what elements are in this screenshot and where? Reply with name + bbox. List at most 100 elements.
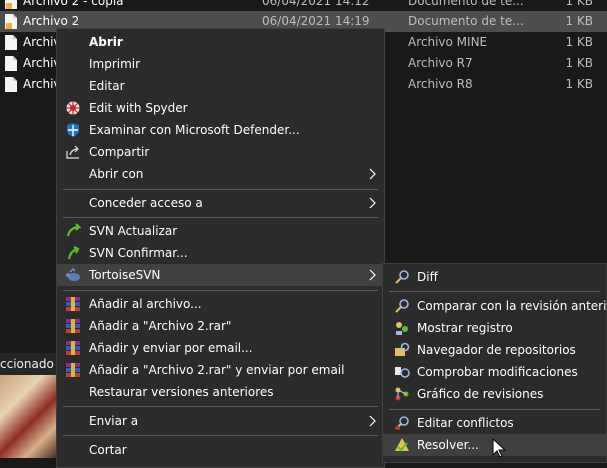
shield-icon <box>67 123 79 137</box>
menu-item-enviar-a[interactable]: Enviar a <box>57 410 384 432</box>
chevron-right-icon <box>369 197 376 209</box>
menu-label: Restaurar versiones anteriores <box>89 385 274 399</box>
menu-label: SVN Confirmar... <box>89 246 188 260</box>
menu-item-anadir-rar[interactable]: Añadir a "Archivo 2.rar" <box>57 315 384 337</box>
menu-label: Imprimir <box>89 57 141 71</box>
menu-label: Abrir con <box>89 167 144 181</box>
tortoisesvn-submenu: Diff Comparar con la revisión anterior M… <box>382 263 607 463</box>
menu-item-tortoisesvn[interactable]: TortoiseSVN <box>57 264 384 286</box>
file-type: Archivo R7 <box>408 56 473 70</box>
menu-label: Cortar <box>89 443 127 457</box>
file-size: 1 KB <box>565 77 593 91</box>
menu-label: Resolver... <box>417 438 479 452</box>
menu-label: Añadir y enviar por email... <box>89 341 253 355</box>
text-file-icon <box>5 14 17 29</box>
menu-label: SVN Actualizar <box>89 224 178 238</box>
menu-label: Editar <box>89 79 125 93</box>
text-file-icon <box>5 0 17 9</box>
menu-separator <box>63 217 378 218</box>
menu-item-editar[interactable]: Editar <box>57 75 384 97</box>
file-date: 06/04/2021 14:19 <box>262 14 370 28</box>
submenu-item-comprobar[interactable]: Comprobar modificaciones <box>383 361 606 383</box>
winrar-icon <box>66 319 80 333</box>
file-type: Archivo R8 <box>408 77 473 91</box>
menu-item-abrir-con[interactable]: Abrir con <box>57 163 384 185</box>
chevron-right-icon <box>369 415 376 427</box>
menu-item-compartir[interactable]: Compartir <box>57 141 384 163</box>
diff-icon <box>395 299 409 313</box>
menu-label: Diff <box>417 270 438 284</box>
edit-conflicts-icon <box>395 416 409 430</box>
text-file-icon <box>5 56 17 71</box>
menu-label: Conceder acceso a <box>89 196 203 210</box>
menu-label: Gráfico de revisiones <box>417 387 544 401</box>
menu-item-defender[interactable]: Examinar con Microsoft Defender... <box>57 119 384 141</box>
chevron-right-icon <box>369 168 376 180</box>
file-size: 1 KB <box>565 35 593 49</box>
menu-separator <box>389 291 600 292</box>
file-type: Archivo MINE <box>408 35 488 49</box>
submenu-item-mostrar-registro[interactable]: Mostrar registro <box>383 317 606 339</box>
winrar-icon <box>66 341 80 355</box>
share-icon <box>66 145 79 159</box>
submenu-item-editar-conflictos[interactable]: Editar conflictos <box>383 412 606 434</box>
menu-label: Enviar a <box>89 414 139 428</box>
menu-label: Examinar con Microsoft Defender... <box>89 123 300 137</box>
menu-label: Navegador de repositorios <box>417 343 576 357</box>
menu-item-imprimir[interactable]: Imprimir <box>57 53 384 75</box>
file-name: Archivo 2 <box>23 14 80 28</box>
text-file-icon <box>5 35 17 50</box>
menu-label: Editar conflictos <box>417 416 514 430</box>
winrar-icon <box>66 363 80 377</box>
tortoise-icon <box>66 268 80 281</box>
status-selected-text: ccionado <box>0 357 54 371</box>
revision-graph-icon <box>395 387 409 401</box>
menu-label: TortoiseSVN <box>89 268 161 282</box>
menu-item-anadir-email[interactable]: Añadir y enviar por email... <box>57 337 384 359</box>
menu-label: Comprobar modificaciones <box>417 365 578 379</box>
menu-separator <box>63 406 378 407</box>
file-size: 1 KB <box>565 0 593 8</box>
menu-item-svn-confirmar[interactable]: SVN Confirmar... <box>57 242 384 264</box>
menu-label: Edit with Spyder <box>89 101 188 115</box>
menu-label: Añadir a "Archivo 2.rar" <box>89 319 232 333</box>
file-name: Archivo 2 - copia <box>23 0 124 8</box>
submenu-item-comparar[interactable]: Comparar con la revisión anterior <box>383 295 607 317</box>
menu-item-conceder-acceso[interactable]: Conceder acceso a <box>57 192 384 214</box>
spyder-icon <box>66 101 80 115</box>
menu-label: Abrir <box>89 35 123 49</box>
file-type: Documento de te... <box>408 0 524 8</box>
desktop-background-image <box>0 375 60 458</box>
menu-separator <box>63 435 378 436</box>
diff-icon <box>395 270 409 284</box>
menu-item-restaurar[interactable]: Restaurar versiones anteriores <box>57 381 384 403</box>
file-type: Documento de te... <box>408 14 524 28</box>
winrar-icon <box>66 297 80 311</box>
menu-item-anadir-archivo[interactable]: Añadir al archivo... <box>57 293 384 315</box>
file-size: 1 KB <box>565 56 593 70</box>
menu-label: Comparar con la revisión anterior <box>417 299 607 313</box>
file-size: 1 KB <box>565 14 593 28</box>
menu-label: Compartir <box>89 145 150 159</box>
menu-label: Añadir a "Archivo 2.rar" y enviar por em… <box>89 363 345 377</box>
text-file-icon <box>5 77 17 92</box>
menu-item-edit-spyder[interactable]: Edit with Spyder <box>57 97 384 119</box>
file-date: 06/04/2021 14:12 <box>262 0 370 8</box>
chevron-right-icon <box>369 269 376 281</box>
menu-item-svn-actualizar[interactable]: SVN Actualizar <box>57 220 384 242</box>
submenu-item-diff[interactable]: Diff <box>383 266 606 288</box>
menu-separator <box>63 189 378 190</box>
menu-item-abrir[interactable]: Abrir <box>57 31 384 53</box>
check-modifications-icon <box>395 367 410 378</box>
resolve-icon <box>395 438 409 452</box>
repo-browser-icon <box>395 342 410 356</box>
menu-label: Mostrar registro <box>417 321 513 335</box>
log-icon <box>396 322 408 335</box>
submenu-item-grafico[interactable]: Gráfico de revisiones <box>383 383 606 405</box>
svn-commit-icon <box>67 246 80 260</box>
mouse-cursor-icon <box>492 438 506 458</box>
menu-item-anadir-rar-email[interactable]: Añadir a "Archivo 2.rar" y enviar por em… <box>57 359 384 381</box>
menu-label: Añadir al archivo... <box>89 297 202 311</box>
submenu-item-navegador[interactable]: Navegador de repositorios <box>383 339 606 361</box>
menu-separator <box>389 409 600 410</box>
